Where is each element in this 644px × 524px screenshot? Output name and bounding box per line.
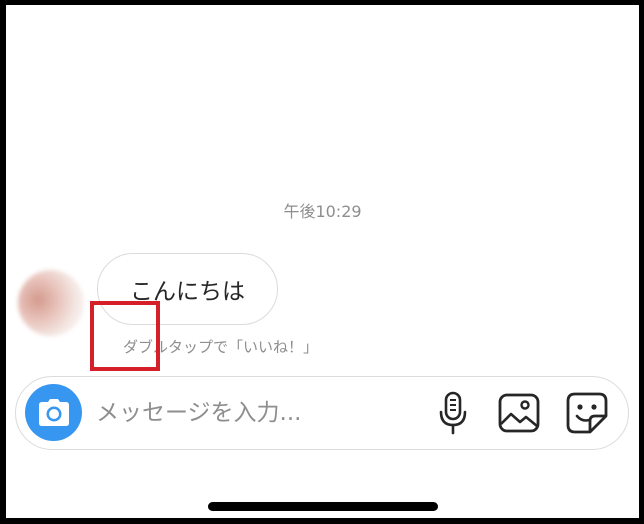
gallery-icon (498, 393, 540, 433)
sticker-icon (566, 392, 608, 434)
highlight-annotation-box (90, 301, 160, 371)
screenshot-frame: 午後10:29 こんにちは ダブルタップで「いいね！」 (0, 0, 644, 524)
microphone-icon (439, 391, 467, 435)
camera-icon (38, 398, 69, 426)
gallery-button[interactable] (495, 389, 543, 437)
message-composer (15, 376, 629, 450)
home-indicator[interactable] (208, 502, 438, 511)
message-input[interactable] (96, 387, 426, 439)
message-timestamp: 午後10:29 (283, 202, 362, 221)
camera-button[interactable] (25, 384, 82, 441)
sender-avatar[interactable] (18, 270, 84, 336)
dm-chat-screen: 午後10:29 こんにちは ダブルタップで「いいね！」 (6, 5, 639, 518)
sticker-button[interactable] (563, 389, 611, 437)
voice-message-button[interactable] (429, 389, 477, 437)
